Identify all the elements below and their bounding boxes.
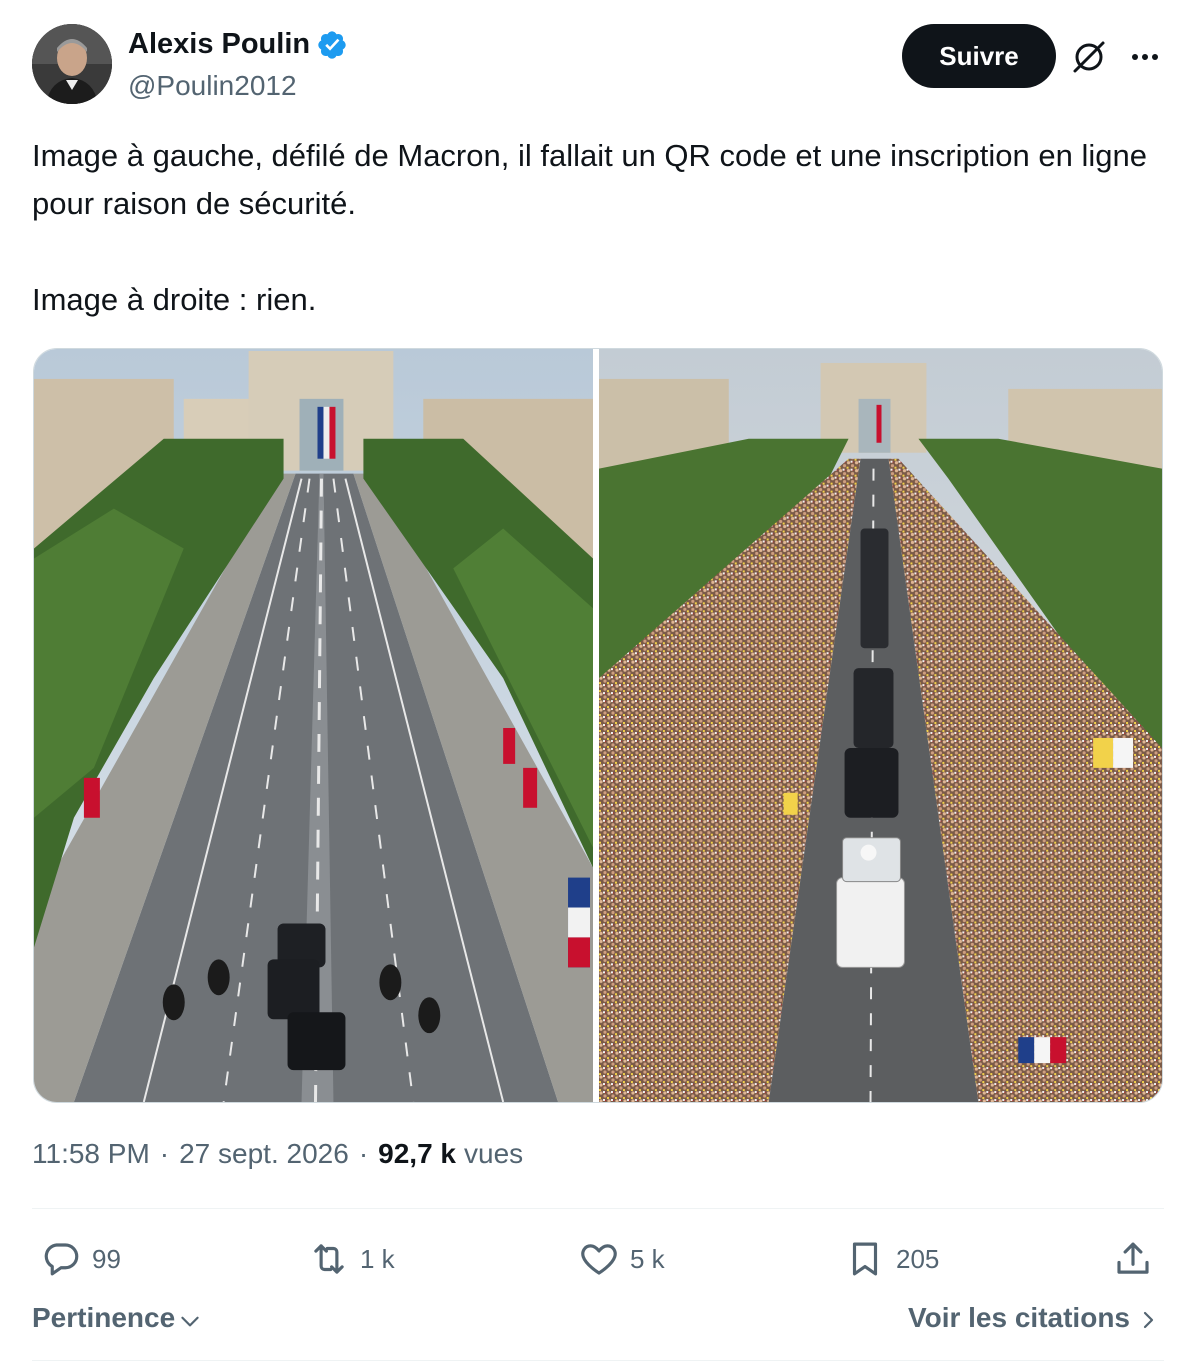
like-button[interactable]: 5 k [578,1226,665,1292]
tweet-text-line-1: Image à gauche, défilé de Macron, il fal… [32,138,1147,221]
tweet-meta: 11:58 PM · 27 sept. 2026 · 92,7 k vues [32,1138,523,1170]
reply-button[interactable]: 99 [40,1226,121,1292]
reply-icon [44,1243,79,1276]
photo-right-crowded-avenue[interactable] [599,349,1162,1102]
tweet-text: Image à gauche, défilé de Macron, il fal… [32,132,1164,324]
repost-button[interactable]: 1 k [308,1226,395,1292]
bookmark-icon [852,1242,878,1276]
divider [32,1208,1164,1209]
views-count: 92,7 k [378,1138,456,1169]
reply-count: 99 [92,1243,121,1274]
meta-separator: · [358,1138,369,1169]
like-count: 5 k [630,1243,665,1274]
author-handle[interactable]: @Poulin2012 [128,70,297,102]
view-quotes-link[interactable]: Voir les citations [908,1302,1160,1334]
reply-sort-dropdown[interactable]: Pertinence [32,1302,203,1334]
photo-left-empty-avenue[interactable] [34,349,593,1102]
more-icon[interactable] [1126,38,1164,76]
divider [32,1360,1164,1361]
chevron-down-icon [181,1316,199,1327]
media-grid [33,348,1163,1103]
tweet-header: Alexis Poulin @Poulin2012 Suivre [32,24,1164,106]
meta-separator: · [159,1138,170,1169]
sort-label: Pertinence [32,1302,176,1333]
bookmark-button[interactable]: 205 [844,1226,939,1292]
grok-icon[interactable] [1070,38,1108,76]
tweet-time[interactable]: 11:58 PM [32,1138,150,1170]
quotes-label: Voir les citations [908,1302,1130,1333]
heart-icon [581,1244,617,1275]
follow-button[interactable]: Suivre [902,24,1056,88]
verified-badge-icon [318,30,346,59]
repost-icon [314,1244,344,1274]
share-button[interactable] [1112,1226,1164,1292]
avatar[interactable] [32,24,112,104]
share-icon [1117,1242,1149,1274]
bookmark-count: 205 [896,1243,940,1274]
author-name[interactable]: Alexis Poulin [128,28,310,61]
repost-count: 1 k [360,1243,395,1274]
views-label: vues [464,1138,524,1169]
tweet-date[interactable]: 27 sept. 2026 [179,1138,349,1170]
action-bar: 99 1 k 5 k 205 [32,1226,1164,1292]
chevron-right-icon [1143,1311,1154,1329]
tweet-text-line-2: Image à droite : rien. [32,282,317,317]
author-name-row: Alexis Poulin [128,28,348,61]
